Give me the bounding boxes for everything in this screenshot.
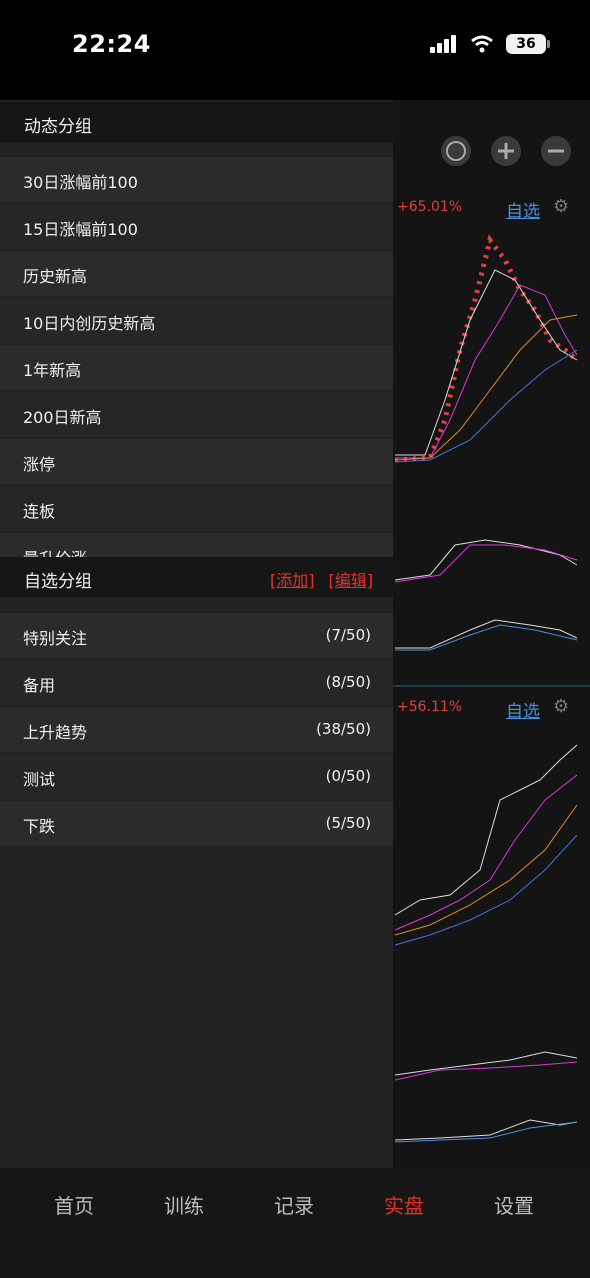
dynamic-group-list: 30日涨幅前100 15日涨幅前100 历史新高 10日内创历史新高 1年新高 … xyxy=(0,157,393,557)
dynamic-group-title: 动态分组 xyxy=(24,117,92,137)
custom-item[interactable]: 备用 (8/50) xyxy=(0,660,393,705)
dynamic-item[interactable]: 10日内创历史新高 xyxy=(0,298,393,343)
edit-group-button[interactable]: [编辑] xyxy=(329,567,374,591)
dynamic-item[interactable]: 30日涨幅前100 xyxy=(0,157,393,202)
custom-group-header: 自选分组 [添加] [编辑] xyxy=(0,557,393,597)
stock2-gear-icon[interactable]: ⚙ xyxy=(553,696,569,717)
custom-group-title: 自选分组 xyxy=(24,572,92,592)
group-drawer: 动态分组 30日涨幅前100 15日涨幅前100 历史新高 10日内创历史新高 … xyxy=(0,100,393,1168)
stock2-change: +56.11% xyxy=(397,699,463,715)
stock1-change: +65.01% xyxy=(397,199,463,215)
chart2-macd xyxy=(394,1119,578,1143)
custom-item[interactable]: 测试 (0/50) xyxy=(0,754,393,799)
bottom-tab-bar: 首页 训练 记录 实盘 设置 xyxy=(0,1168,590,1278)
chart1-macd xyxy=(395,619,578,651)
tab-training[interactable]: 训练 xyxy=(164,1190,204,1219)
custom-item[interactable]: 下跌 (5/50) xyxy=(0,801,393,846)
dynamic-item[interactable]: 历史新高 xyxy=(0,251,393,296)
chart2-volume xyxy=(394,1051,578,1081)
stock1-gear-icon[interactable]: ⚙ xyxy=(553,196,569,217)
dynamic-item[interactable]: 1年新高 xyxy=(0,345,393,390)
dynamic-item[interactable]: 量升价涨 xyxy=(0,533,393,557)
stock1-watch-link[interactable]: 自选 xyxy=(506,197,540,222)
dynamic-item[interactable]: 200日新高 xyxy=(0,392,393,437)
dynamic-item[interactable]: 连板 xyxy=(0,486,393,531)
chart1-volume xyxy=(394,539,578,583)
chart1-candles xyxy=(394,234,579,463)
tab-live[interactable]: 实盘 xyxy=(384,1190,424,1219)
dynamic-group-header: 动态分组 xyxy=(0,102,393,142)
custom-group-actions: [添加] [编辑] xyxy=(270,567,373,591)
tab-settings[interactable]: 设置 xyxy=(494,1190,534,1219)
custom-item[interactable]: 上升趋势 (38/50) xyxy=(0,707,393,752)
dynamic-item[interactable]: 15日涨幅前100 xyxy=(0,204,393,249)
custom-item[interactable]: 特别关注 (7/50) xyxy=(0,613,393,658)
tab-records[interactable]: 记录 xyxy=(274,1190,314,1219)
add-group-button[interactable]: [添加] xyxy=(270,567,315,591)
stock2-watch-link[interactable]: 自选 xyxy=(506,697,540,722)
dynamic-item[interactable]: 涨停 xyxy=(0,439,393,484)
tab-home[interactable]: 首页 xyxy=(54,1190,94,1219)
chart2-candles xyxy=(394,744,578,946)
